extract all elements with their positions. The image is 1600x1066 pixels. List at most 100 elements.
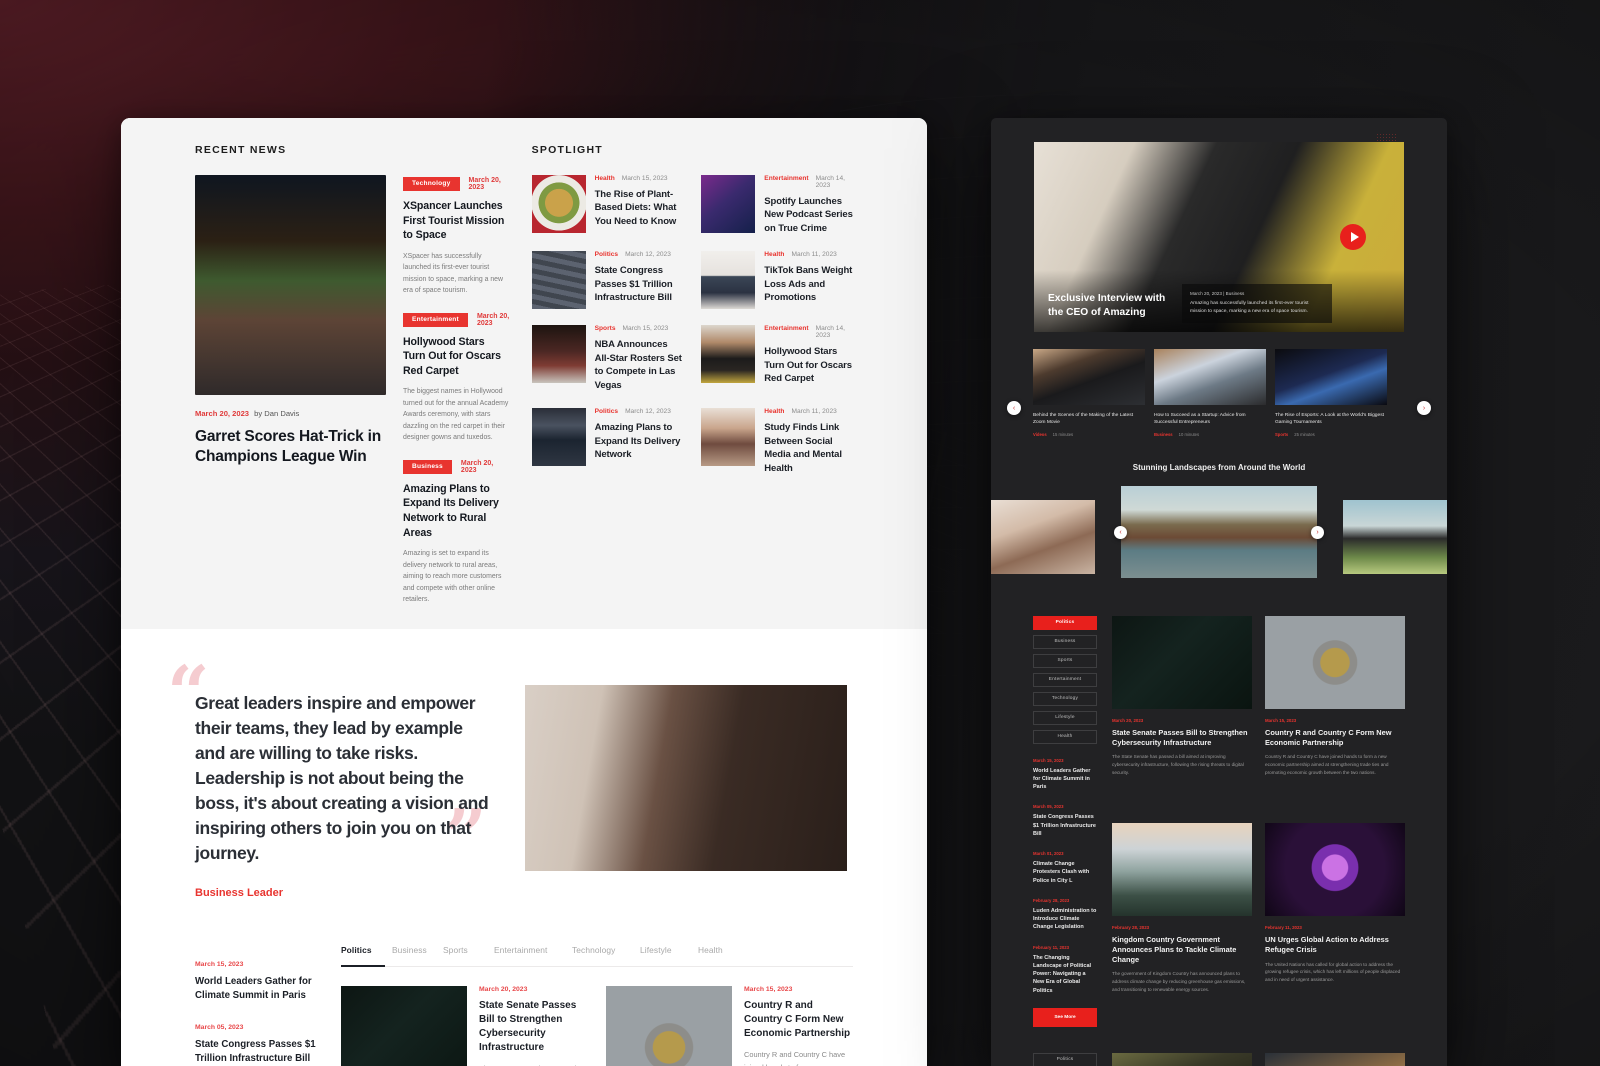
video-title[interactable]: Exclusive Interview with the CEO of Amaz…: [1048, 292, 1168, 320]
tag-lifestyle[interactable]: Lifestyle: [1033, 710, 1097, 725]
dark-side-title[interactable]: Climate Change Protesters Clash with Pol…: [1033, 860, 1097, 885]
tag-technology[interactable]: Technology: [1033, 691, 1097, 706]
spotlight-category[interactable]: Health: [764, 408, 784, 415]
side-list-item[interactable]: March 15, 2023 World Leaders Gather for …: [195, 961, 319, 1003]
spotlight-category[interactable]: Health: [764, 251, 784, 258]
tab-business[interactable]: Business: [392, 945, 443, 966]
category-badge[interactable]: Technology: [403, 177, 460, 191]
recent-news-item[interactable]: Business March 20, 2023 Amazing Plans to…: [403, 460, 510, 606]
dark-side-item[interactable]: March 01, 2023 Climate Change Protesters…: [1033, 851, 1097, 885]
carousel-left-image-three-women[interactable]: [991, 499, 1095, 574]
recent-news-item[interactable]: Entertainment March 20, 2023 Hollywood S…: [403, 313, 510, 444]
item-title[interactable]: Hollywood Stars Turn Out for Oscars Red …: [403, 335, 510, 379]
item-title[interactable]: Amazing Plans to Expand Its Delivery Net…: [403, 482, 510, 540]
thumb-category[interactable]: Videos: [1033, 432, 1047, 437]
quote-author[interactable]: Business Leader: [195, 887, 495, 899]
carousel-main-image-lake-bled[interactable]: [1121, 485, 1317, 578]
dark-article-card[interactable]: February 11, 2023 UN Urges Global Action…: [1265, 822, 1405, 1027]
play-button-icon[interactable]: [1340, 224, 1366, 250]
card-title[interactable]: State Senate Passes Bill to Strengthen C…: [1112, 728, 1252, 748]
spotlight-item[interactable]: Health March 11, 2023 Study Finds Link B…: [701, 408, 853, 475]
thumb-title[interactable]: How to Succeed as a Startup: Advice from…: [1154, 412, 1266, 427]
carousel-right-image-puffin[interactable]: [1343, 499, 1447, 574]
card-title[interactable]: Kingdom Country Government Announces Pla…: [1112, 935, 1252, 965]
dark-article-card[interactable]: [1265, 1052, 1405, 1066]
spotlight-item[interactable]: Politics March 12, 2023 Amazing Plans to…: [531, 408, 684, 475]
recent-news-item[interactable]: Technology March 20, 2023 XSpancer Launc…: [403, 177, 510, 297]
tag2-politics[interactable]: Politics: [1033, 1052, 1097, 1066]
thumb-title[interactable]: The Rise of Esports: A Look at the World…: [1275, 412, 1387, 427]
carousel-next-icon[interactable]: ›: [1417, 401, 1431, 415]
article-title[interactable]: State Senate Passes Bill to Strengthen C…: [479, 999, 588, 1055]
spotlight-item[interactable]: Entertainment March 14, 2023 Hollywood S…: [701, 325, 853, 392]
carousel-prev-icon[interactable]: ‹: [1007, 401, 1021, 415]
tab-health[interactable]: Health: [698, 945, 749, 966]
dark-side-item[interactable]: March 15, 2023 World Leaders Gather for …: [1033, 758, 1097, 792]
tab-politics[interactable]: Politics: [341, 945, 392, 968]
tab-lifestyle[interactable]: Lifestyle: [640, 945, 698, 966]
video-thumb-card[interactable]: Behind the Scenes of the Making of the L…: [1033, 349, 1145, 437]
thumb-title[interactable]: Behind the Scenes of the Making of the L…: [1033, 412, 1145, 427]
tab-entertainment[interactable]: Entertainment: [494, 945, 572, 966]
spotlight-item[interactable]: Health March 11, 2023 TikTok Bans Weight…: [701, 251, 853, 310]
thumb-category[interactable]: Business: [1154, 432, 1173, 437]
spotlight-item[interactable]: Health March 15, 2023 The Rise of Plant-…: [531, 175, 684, 235]
spotlight-title[interactable]: Amazing Plans to Expand Its Delivery Net…: [595, 421, 684, 461]
category-badge[interactable]: Business: [403, 459, 452, 474]
tag-entertainment[interactable]: Entertainment: [1033, 672, 1097, 687]
article-card[interactable]: March 20, 2023 State Senate Passes Bill …: [341, 986, 588, 1066]
video-thumb-card[interactable]: How to Succeed as a Startup: Advice from…: [1154, 349, 1266, 437]
spotlight-category[interactable]: Politics: [595, 408, 618, 415]
spotlight-category[interactable]: Sports: [595, 325, 616, 332]
article-card[interactable]: March 15, 2023 Country R and Country C F…: [606, 986, 853, 1066]
side-item-title[interactable]: World Leaders Gather for Climate Summit …: [195, 975, 319, 1003]
dark-side-title[interactable]: State Congress Passes $1 Trillion Infras…: [1033, 813, 1097, 838]
landscape-next-icon[interactable]: ›: [1311, 525, 1324, 539]
dark-side-title[interactable]: The Changing Landscape of Political Powe…: [1033, 954, 1097, 995]
tab-sports[interactable]: Sports: [443, 945, 494, 966]
side-list-item[interactable]: March 05, 2023 State Congress Passes $1 …: [195, 1024, 319, 1066]
dark-side-title[interactable]: World Leaders Gather for Climate Summit …: [1033, 767, 1097, 792]
dark-article-card[interactable]: February 28, 2023 Kingdom Country Govern…: [1112, 822, 1252, 1027]
dark-side-title[interactable]: Luden Administration to Introduce Climat…: [1033, 907, 1097, 932]
spotlight-title[interactable]: The Rise of Plant-Based Diets: What You …: [595, 188, 684, 228]
spotlight-category[interactable]: Politics: [595, 251, 618, 258]
spotlight-item[interactable]: Sports March 15, 2023 NBA Announces All-…: [531, 325, 684, 392]
hero-article[interactable]: March 20, 2023 by Dan Davis Garret Score…: [195, 175, 386, 605]
dark-side-item[interactable]: February 28, 2023 Luden Administration t…: [1033, 898, 1097, 932]
thumb-category[interactable]: Sports: [1275, 432, 1288, 437]
landscape-prev-icon[interactable]: ‹: [1114, 525, 1127, 539]
dark-article-card[interactable]: March 20, 2023 State Senate Passes Bill …: [1112, 615, 1252, 810]
spotlight-title[interactable]: Study Finds Link Between Social Media an…: [764, 421, 853, 475]
dark-article-grid-2: [1112, 1052, 1405, 1066]
tag-sports[interactable]: Sports: [1033, 653, 1097, 668]
video-thumbnail-man-glasses-office[interactable]: Exclusive Interview with the CEO of Amaz…: [1034, 142, 1404, 332]
spotlight-category[interactable]: Entertainment: [764, 175, 808, 182]
side-item-title[interactable]: State Congress Passes $1 Trillion Infras…: [195, 1038, 319, 1066]
card-title[interactable]: UN Urges Global Action to Address Refuge…: [1265, 935, 1405, 955]
spotlight-category[interactable]: Entertainment: [764, 325, 808, 332]
card-title[interactable]: Country R and Country C Form New Economi…: [1265, 728, 1405, 748]
dark-side-item[interactable]: March 05, 2023 State Congress Passes $1 …: [1033, 804, 1097, 838]
item-title[interactable]: XSpancer Launches First Tourist Mission …: [403, 199, 510, 243]
tag-health[interactable]: Health: [1033, 729, 1097, 744]
spotlight-title[interactable]: NBA Announces All-Star Rosters Set to Co…: [595, 338, 684, 392]
spotlight-title[interactable]: Hollywood Stars Turn Out for Oscars Red …: [764, 345, 853, 385]
article-title[interactable]: Country R and Country C Form New Economi…: [744, 999, 853, 1041]
tag-politics[interactable]: Politics: [1033, 615, 1097, 630]
tag-business[interactable]: Business: [1033, 634, 1097, 649]
spotlight-category[interactable]: Health: [595, 175, 615, 182]
spotlight-title[interactable]: TikTok Bans Weight Loss Ads and Promotio…: [764, 264, 853, 304]
spotlight-item[interactable]: Politics March 12, 2023 State Congress P…: [531, 251, 684, 310]
dark-article-card[interactable]: [1112, 1052, 1252, 1066]
spotlight-item[interactable]: Entertainment March 14, 2023 Spotify Lau…: [701, 175, 853, 235]
spotlight-title[interactable]: Spotify Launches New Podcast Series on T…: [764, 195, 853, 235]
hero-title[interactable]: Garret Scores Hat-Trick in Champions Lea…: [195, 427, 386, 468]
tab-technology[interactable]: Technology: [572, 945, 640, 966]
video-thumb-card[interactable]: The Rise of Esports: A Look at the World…: [1275, 349, 1387, 437]
dark-article-card[interactable]: March 15, 2023 Country R and Country C F…: [1265, 615, 1405, 810]
see-more-button[interactable]: See More: [1033, 1007, 1097, 1027]
spotlight-title[interactable]: State Congress Passes $1 Trillion Infras…: [595, 264, 684, 304]
category-badge[interactable]: Entertainment: [403, 312, 468, 327]
dark-side-item[interactable]: February 11, 2023 The Changing Landscape…: [1033, 945, 1097, 995]
